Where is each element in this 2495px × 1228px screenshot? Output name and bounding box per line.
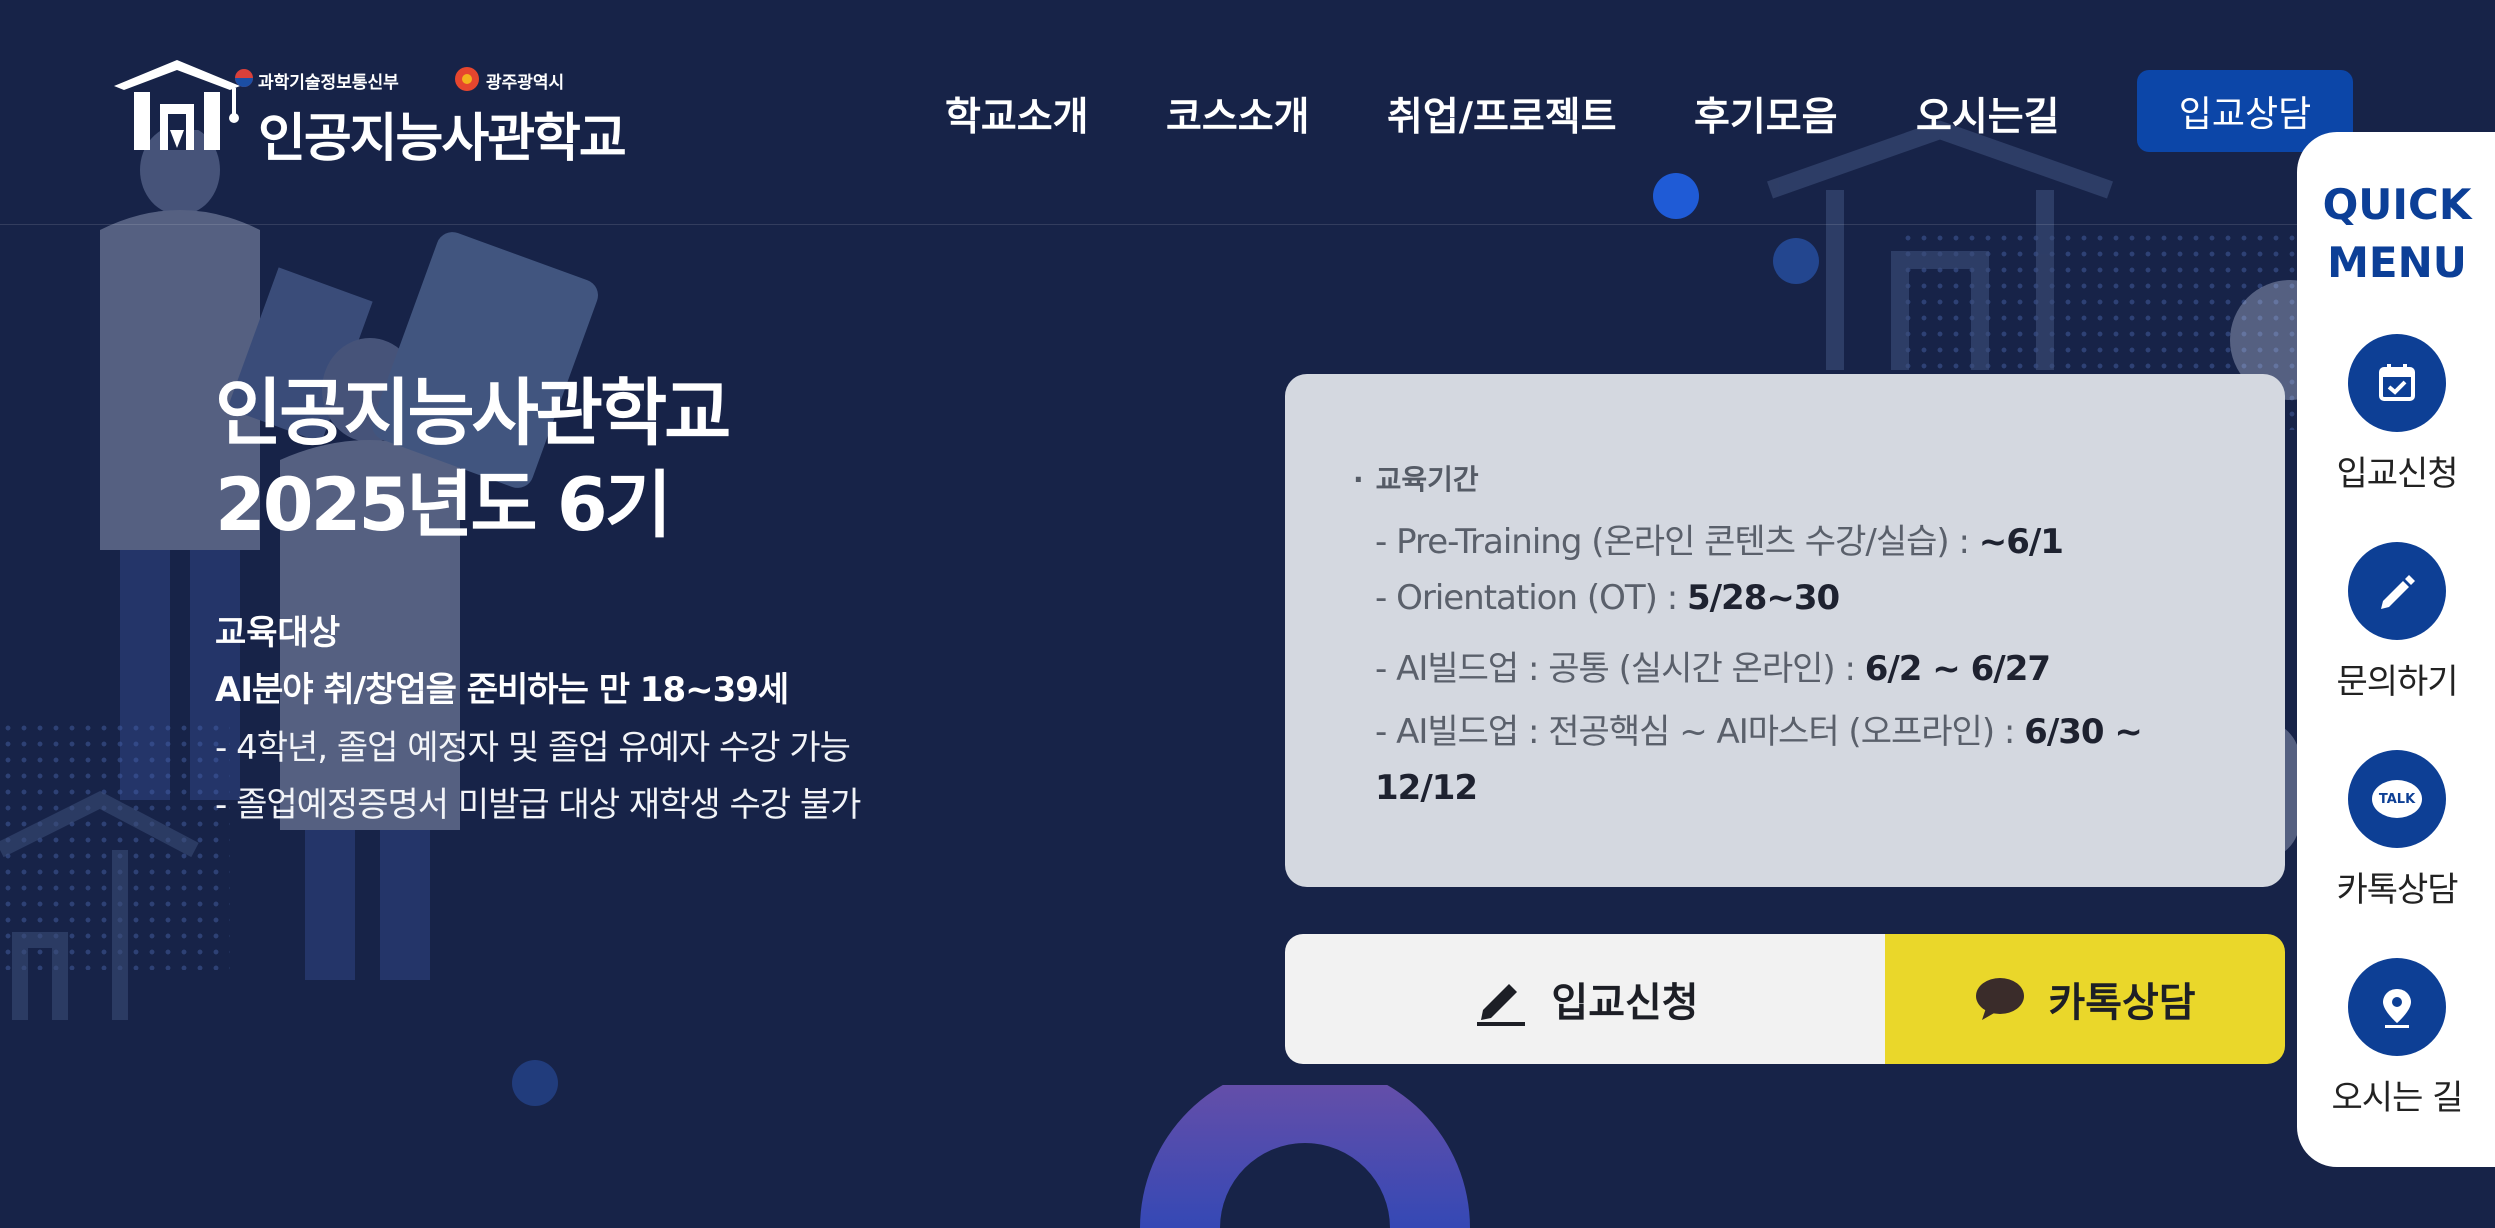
quick-icon-circle [2348,334,2446,432]
quick-icon-circle [2348,542,2446,640]
quick-menu-title: QUICK MENU [2297,176,2495,292]
period-line-pretraining: - Pre-Training (온라인 콘텐츠 수강/실습) : ~6/1 [1375,514,2064,563]
kakao-bubble-icon [1976,978,2025,1020]
education-period-card: · 교육기간 - Pre-Training (온라인 콘텐츠 수강/실습) : ~… [1285,374,2285,887]
period-line-buildup-core: - AI빌드업 : 전공핵심 ~ AI마스터 (오프라인) : 6/30 ~ [1375,704,2143,753]
target-line-1: - 4학년, 졸업 예정자 및 졸업 유예자 수강 가능 [215,728,851,768]
quick-icon-circle: TALK [2348,750,2446,848]
period-value: 5/28~30 [1686,578,1840,618]
quick-item-apply[interactable]: 입교신청 [2297,334,2495,495]
quick-item-inquiry[interactable]: 문의하기 [2297,542,2495,703]
bullet-dot: · [1353,463,1364,496]
period-value-end: 12/12 [1375,768,1478,808]
quick-item-kakao[interactable]: TALK 카톡상담 [2297,750,2495,911]
site-header: 과학기술정보통신부 광주광역시 인공지능사관학교 학교소개 코스소개 취업/프로… [0,0,2495,225]
calendar-check-icon [2379,364,2415,401]
period-label: - AI빌드업 : 공통 (실시간 온라인) : [1375,649,1865,689]
target-line-2: - 졸업예정증명서 미발급 대상 재학생 수강 불가 [215,785,861,825]
location-pin-icon [2383,989,2411,1028]
period-line-buildup-common: - AI빌드업 : 공통 (실시간 온라인) : 6/2 ~ 6/27 [1375,641,2051,690]
quick-menu: QUICK MENU 입교신청 문의하기 TALK 카톡상담 오시는 길 [2297,132,2495,1167]
nav-course-intro[interactable]: 코스소개 [1166,86,1310,142]
period-label: - Pre-Training (온라인 콘텐츠 수강/실습) : [1375,522,1979,562]
talk-bubble-icon: TALK [2372,780,2422,818]
hero-title-line1: 인공지능사관학교 [215,371,731,456]
education-period-heading: · 교육기간 [1353,458,1479,498]
apply-button[interactable]: 입교신청 [1285,934,1885,1064]
period-line-orientation: - Orientation (OT) : 5/28~30 [1375,578,1840,618]
period-value: ~6/1 [1978,522,2064,562]
quick-label-apply: 입교신청 [2336,454,2458,494]
quick-label-kakao: 카톡상담 [2336,870,2458,910]
academy-logo-icon [114,60,240,150]
pencil-icon [1477,984,1526,1026]
period-label: - AI빌드업 : 전공핵심 ~ AI마스터 (오프라인) : [1375,712,2025,752]
period-label: - Orientation (OT) : [1375,578,1687,618]
gwangju-emblem-icon [455,67,479,91]
target-main: AI분야 취/창업을 준비하는 만 18~39세 [215,670,789,710]
deco-house-left [0,791,199,1020]
apply-label: 입교신청 [1551,980,1699,1026]
quick-title-line2: MENU [2327,238,2467,287]
ministry-label: 과학기술정보통신부 [258,73,399,93]
target-label: 교육대상 [215,613,341,653]
period-line-wrap: 12/12 [1375,768,1478,808]
quick-label-directions: 오시는 길 [2331,1078,2464,1118]
site-logo[interactable]: 과학기술정보통신부 광주광역시 인공지능사관학교 [112,56,632,169]
education-period-label: 교육기간 [1375,463,1479,496]
quick-label-inquiry: 문의하기 [2336,662,2458,702]
period-value: 6/30 ~ [2024,712,2143,752]
ministry-emblem-icon [235,69,253,87]
kakao-label: 카톡상담 [2048,980,2196,1026]
dot-pattern-left [0,720,230,970]
pencil-icon [2381,575,2415,609]
quick-icon-circle [2348,958,2446,1056]
kakao-consult-button[interactable]: 카톡상담 [1885,934,2285,1064]
nav-school-intro[interactable]: 학교소개 [945,86,1089,142]
nav-directions[interactable]: 오시는길 [1916,86,2060,142]
deco-circle-small [1773,238,1819,284]
deco-people-illustration [100,130,598,980]
nav-jobs-projects[interactable]: 취업/프로젝트 [1387,86,1617,142]
hero-title-line2: 2025년도 6기 [215,463,672,548]
nav-reviews[interactable]: 후기모음 [1694,86,1838,142]
period-value: 6/2 ~ 6/27 [1864,649,2051,689]
hero-title: 인공지능사관학교 2025년도 6기 [215,368,731,552]
gwangju-label: 광주광역시 [486,73,565,93]
quick-title-line1: QUICK [2322,180,2472,229]
deco-arc-bottom [1140,1085,1470,1228]
logo-title: 인공지능사관학교 [258,109,627,169]
quick-item-directions[interactable]: 오시는 길 [2297,958,2495,1119]
talk-text: TALK [2378,791,2416,807]
deco-circle-left [512,1060,558,1106]
